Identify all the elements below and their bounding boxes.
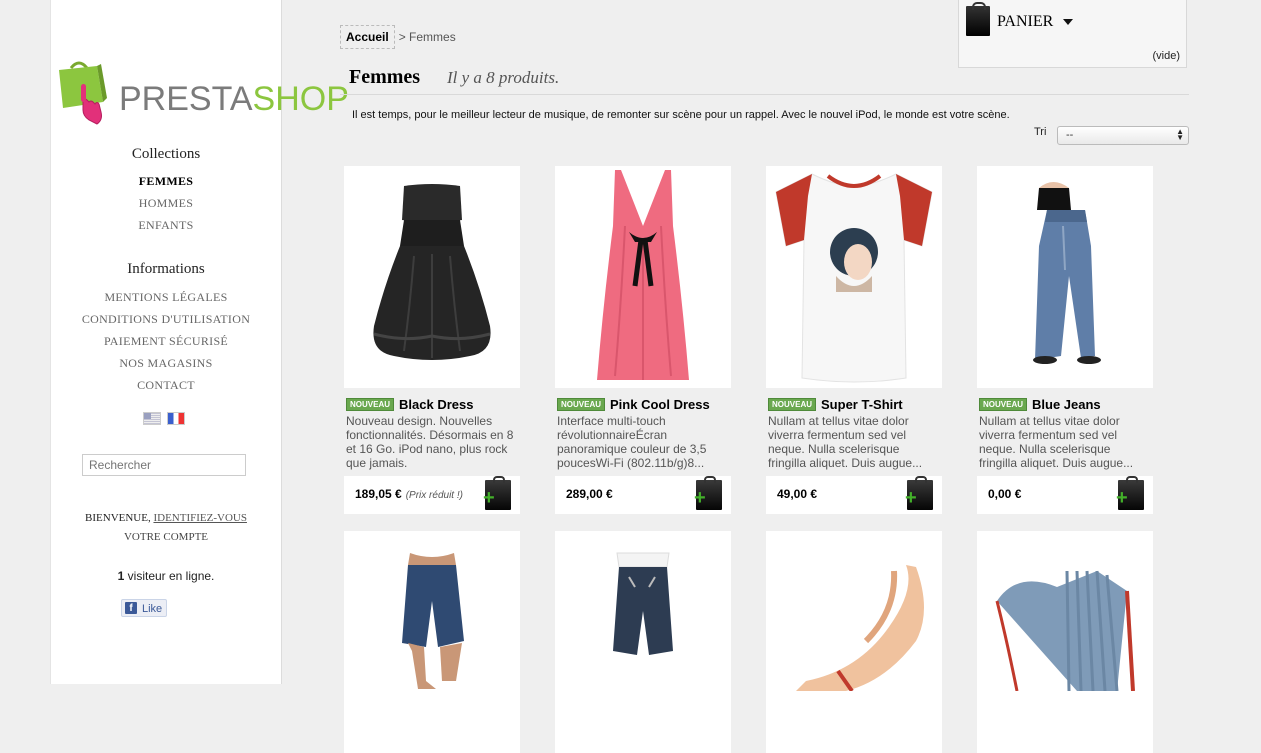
visitors-line: 1 visiteur en ligne. xyxy=(51,569,281,583)
product-description: Nullam at tellus vitae dolor viverra fer… xyxy=(979,414,1134,470)
product-header: NOUVEAU Pink Cool Dress xyxy=(557,396,733,414)
sort-select[interactable]: -- ▲ ▼ xyxy=(1057,126,1189,145)
new-badge: NOUVEAU xyxy=(979,398,1028,412)
title-divider xyxy=(340,94,1189,95)
sidebar-item-conditions[interactable]: CONDITIONS D'UTILISATION xyxy=(51,312,281,327)
product-price-bar: 189,05 € (Prix réduit !) + xyxy=(344,476,520,514)
new-badge: NOUVEAU xyxy=(768,398,817,412)
cart-label[interactable]: PANIER xyxy=(997,13,1053,31)
sidebar-item-paiement[interactable]: PAIEMENT SÉCURISÉ xyxy=(51,334,281,349)
product-description: Nullam at tellus vitae dolor viverra fer… xyxy=(768,414,923,470)
cart-block[interactable]: PANIER (vide) xyxy=(958,0,1187,68)
welcome-text: BIENVENUE, xyxy=(85,512,151,524)
product-count: Il y a 8 produits. xyxy=(447,68,560,87)
facebook-icon: f xyxy=(125,602,137,614)
breadcrumb: Accueil > Femmes xyxy=(340,25,456,49)
page-title: Femmes xyxy=(349,66,421,88)
product-header: NOUVEAU Black Dress xyxy=(346,396,522,414)
product-price: 289,00 € xyxy=(566,487,613,501)
black-dress-image xyxy=(373,184,491,360)
product-price: 49,00 € xyxy=(777,487,818,501)
add-to-cart-button[interactable]: + xyxy=(694,476,722,510)
add-plus-icon: + xyxy=(905,487,917,509)
add-plus-icon: + xyxy=(694,487,706,509)
denim-shorts-image xyxy=(402,553,464,689)
product-description: Interface multi-touch révolutionnaireÉcr… xyxy=(557,414,707,470)
product-image-fringe-heels[interactable] xyxy=(977,531,1153,753)
category-description: Il est temps, pour le meilleur lecteur d… xyxy=(352,109,1010,121)
product-name[interactable]: Black Dress xyxy=(399,397,473,412)
product-price-line: 0,00 € xyxy=(988,487,1021,501)
sidebar-item-contact[interactable]: CONTACT xyxy=(51,378,281,393)
reduced-price-label: (Prix réduit !) xyxy=(405,490,463,501)
add-to-cart-button[interactable]: + xyxy=(905,476,933,510)
sidebar: PRESTASHOP Collections FEMMES HOMMES ENF… xyxy=(50,0,349,684)
product-name[interactable]: Blue Jeans xyxy=(1032,397,1101,412)
sidebar-item-femmes[interactable]: FEMMES xyxy=(51,174,281,189)
sort-label: Tri xyxy=(1034,126,1047,138)
product-image-nude-heels[interactable] xyxy=(766,531,942,753)
flag-french-icon[interactable] xyxy=(167,412,185,425)
language-flags xyxy=(143,412,191,430)
sidebar-item-magasins[interactable]: NOS MAGASINS xyxy=(51,356,281,371)
informations-heading: Informations xyxy=(127,261,205,277)
product-image-black-dress[interactable] xyxy=(344,166,520,388)
product-name[interactable]: Super T-Shirt xyxy=(821,397,903,412)
product-price: 0,00 € xyxy=(988,487,1022,501)
cart-status: (vide) xyxy=(1152,50,1180,62)
prestashop-logo[interactable]: PRESTASHOP xyxy=(57,58,349,128)
facebook-like-button[interactable]: f Like xyxy=(121,599,167,617)
shopping-bag-logo-icon xyxy=(59,61,107,125)
product-image-blue-jeans[interactable] xyxy=(977,166,1153,388)
sidebar-item-mentions-legales[interactable]: MENTIONS LÉGALES xyxy=(51,290,281,305)
new-badge: NOUVEAU xyxy=(557,398,606,412)
nude-heels-image xyxy=(796,565,924,693)
product-header: NOUVEAU Blue Jeans xyxy=(979,396,1155,414)
visitors-count: 1 xyxy=(117,569,125,583)
breadcrumb-current: Femmes xyxy=(409,30,456,44)
product-image-capri-jeans[interactable] xyxy=(555,531,731,753)
product-price-bar: 0,00 € + xyxy=(977,476,1153,514)
product-image-super-tshirt[interactable] xyxy=(766,166,942,388)
sort-value: -- xyxy=(1066,129,1074,141)
product-price-line: 189,05 € (Prix réduit !) xyxy=(355,487,463,501)
chevron-down-icon[interactable] xyxy=(1063,19,1073,25)
product-price-line: 49,00 € xyxy=(777,487,817,501)
new-badge: NOUVEAU xyxy=(346,398,395,412)
login-link[interactable]: IDENTIFIEZ-VOUS xyxy=(153,512,246,524)
welcome-line: BIENVENUE, IDENTIFIEZ-VOUS xyxy=(51,512,281,524)
product-image-pink-dress[interactable] xyxy=(555,166,731,388)
product-price-line: 289,00 € xyxy=(566,487,613,501)
breadcrumb-separator: > xyxy=(398,30,406,44)
like-label: Like xyxy=(142,603,163,615)
product-price-bar: 289,00 € + xyxy=(555,476,731,514)
breadcrumb-home[interactable]: Accueil xyxy=(340,25,395,49)
visitors-text: visiteur en ligne. xyxy=(127,569,215,583)
add-to-cart-button[interactable]: + xyxy=(483,476,511,510)
sidebar-item-enfants[interactable]: ENFANTS xyxy=(51,218,281,233)
pink-dress-image xyxy=(597,170,689,380)
select-arrows-icon: ▲ ▼ xyxy=(1176,127,1184,142)
capri-jeans-image xyxy=(613,552,673,655)
search-input[interactable] xyxy=(82,454,246,476)
product-header: NOUVEAU Super T-Shirt xyxy=(768,396,944,414)
sidebar-item-hommes[interactable]: HOMMES xyxy=(51,196,281,211)
fringe-heels-image xyxy=(995,570,1135,692)
add-plus-icon: + xyxy=(483,487,495,509)
product-image-denim-shorts[interactable] xyxy=(344,531,520,753)
product-description: Nouveau design. Nouvelles fonctionnalité… xyxy=(346,414,514,470)
blue-jeans-image xyxy=(1033,182,1101,364)
shopping-bag-icon xyxy=(966,2,990,36)
account-link[interactable]: VOTRE COMPTE xyxy=(51,531,281,543)
add-plus-icon: + xyxy=(1116,487,1128,509)
product-price-bar: 49,00 € + xyxy=(766,476,942,514)
product-price: 189,05 € xyxy=(355,487,402,501)
logo-wordmark: PRESTASHOP xyxy=(119,80,349,118)
flag-english-icon[interactable] xyxy=(143,412,161,425)
product-name[interactable]: Pink Cool Dress xyxy=(610,397,710,412)
add-to-cart-button[interactable]: + xyxy=(1116,476,1144,510)
collections-heading: Collections xyxy=(131,146,201,162)
tshirt-image xyxy=(775,173,933,383)
